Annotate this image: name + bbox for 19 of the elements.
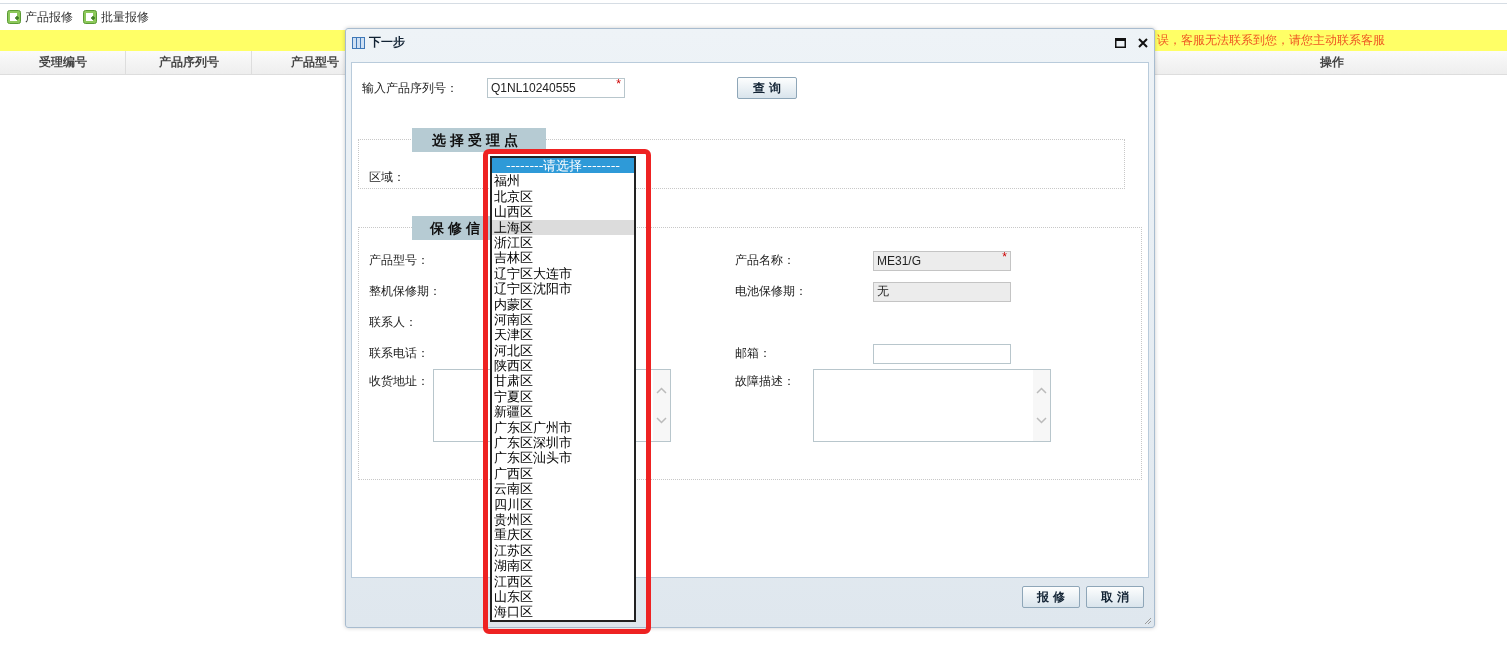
dialog-title: 下一步: [369, 34, 406, 51]
field-label: 输入产品序列号：: [362, 79, 459, 97]
required-mark: *: [1002, 249, 1007, 264]
field-label: 电池保修期：: [735, 283, 808, 300]
field-label: 联系电话：: [369, 345, 430, 362]
field-label: 产品名称：: [735, 252, 796, 269]
field-label: 邮箱：: [735, 345, 772, 362]
field-label: 整机保修期：: [369, 283, 442, 300]
column-header: 操作: [1319, 54, 1345, 71]
field-label: 区域：: [369, 169, 406, 186]
field-label: 收货地址：: [369, 373, 430, 390]
field-label: 故障描述：: [735, 373, 796, 390]
column-header: 产品序列号: [126, 51, 252, 74]
column-header: 受理编号: [0, 51, 126, 74]
notice-text: 误，客服无法联系到您，请您主动联系客服: [1157, 32, 1385, 49]
field-label: 产品型号：: [369, 252, 430, 269]
section-header: 选择受理点: [412, 128, 546, 152]
required-mark: *: [616, 77, 621, 91]
field-label: 联系人：: [369, 314, 418, 331]
